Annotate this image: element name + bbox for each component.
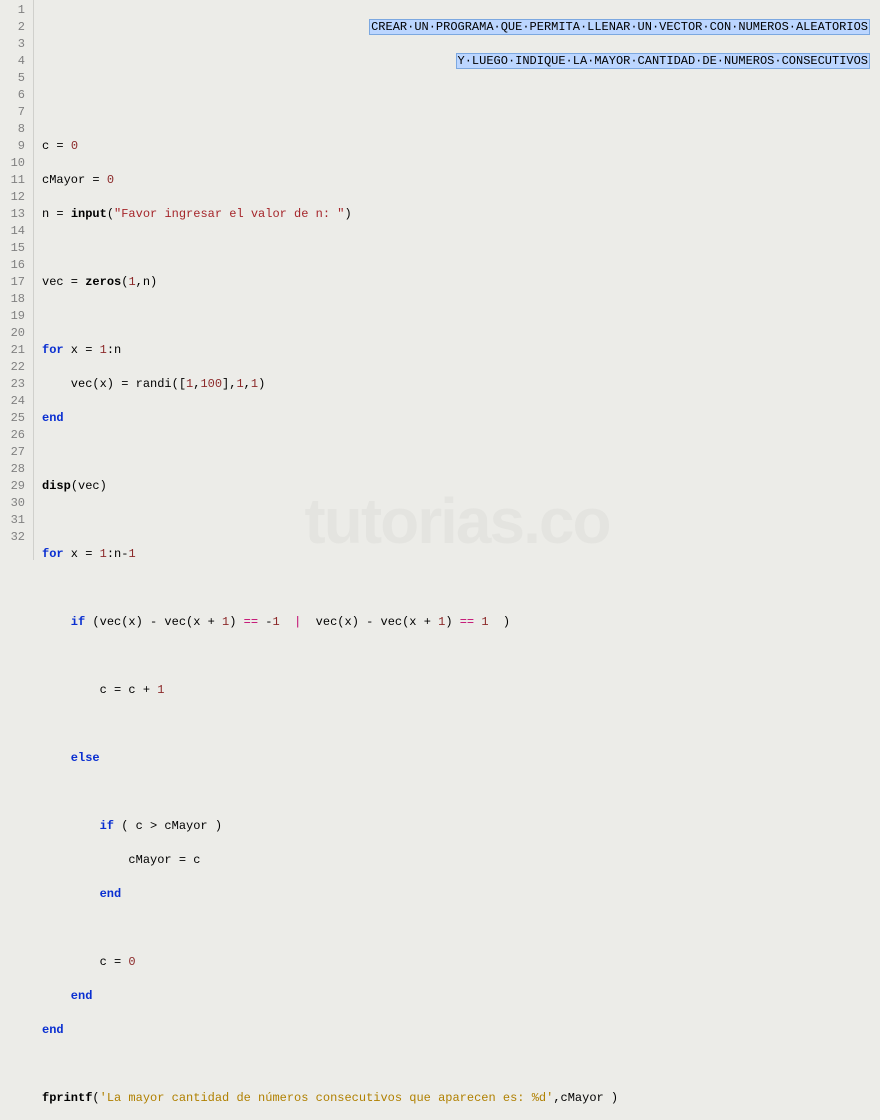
code-line: end	[42, 410, 872, 427]
code-line	[42, 444, 872, 461]
line-number: 13	[4, 206, 25, 223]
line-number: 17	[4, 274, 25, 291]
code-line: fprintf('La mayor cantidad de números co…	[42, 1090, 872, 1107]
code-line: c = 0	[42, 138, 872, 155]
code-line: for x = 1:n-1	[42, 546, 872, 563]
line-number: 2	[4, 19, 25, 36]
line-number: 31	[4, 512, 25, 529]
code-line	[42, 784, 872, 801]
line-number: 8	[4, 121, 25, 138]
line-number: 3	[4, 36, 25, 53]
line-number: 21	[4, 342, 25, 359]
line-number: 12	[4, 189, 25, 206]
line-number: 15	[4, 240, 25, 257]
code-line: if (vec(x) - vec(x + 1) == -1 | vec(x) -…	[42, 614, 872, 631]
line-number: 7	[4, 104, 25, 121]
line-number: 18	[4, 291, 25, 308]
code-line: c = 0	[42, 954, 872, 971]
line-number: 28	[4, 461, 25, 478]
line-number: 1	[4, 2, 25, 19]
line-number: 16	[4, 257, 25, 274]
code-line: vec(x) = randi([1,100],1,1)	[42, 376, 872, 393]
code-line	[42, 580, 872, 597]
line-number: 32	[4, 529, 25, 546]
code-line	[42, 1056, 872, 1073]
code-line: n = input("Favor ingresar el valor de n:…	[42, 206, 872, 223]
line-number: 20	[4, 325, 25, 342]
line-number: 11	[4, 172, 25, 189]
code-line: for x = 1:n	[42, 342, 872, 359]
line-gutter: 1234567891011121314151617181920212223242…	[0, 0, 34, 560]
line-number: 30	[4, 495, 25, 512]
code-line	[42, 104, 872, 121]
line-number: 9	[4, 138, 25, 155]
line-number: 27	[4, 444, 25, 461]
selected-comment-header: CREAR·UN·PROGRAMA·QUE·PERMITA·LLENAR·UN·…	[326, 2, 870, 87]
line-number: 14	[4, 223, 25, 240]
code-line: c = c + 1	[42, 682, 872, 699]
code-line: end	[42, 886, 872, 903]
code-area[interactable]: CREAR·UN·PROGRAMA·QUE·PERMITA·LLENAR·UN·…	[34, 0, 880, 560]
line-number: 19	[4, 308, 25, 325]
code-line: disp(vec)	[42, 478, 872, 495]
code-line: end	[42, 988, 872, 1005]
code-editor: 1234567891011121314151617181920212223242…	[0, 0, 880, 560]
line-number: 29	[4, 478, 25, 495]
line-number: 4	[4, 53, 25, 70]
code-line	[42, 920, 872, 937]
line-number: 23	[4, 376, 25, 393]
code-line: cMayor = c	[42, 852, 872, 869]
code-line	[42, 240, 872, 257]
code-line: end	[42, 1022, 872, 1039]
code-line	[42, 716, 872, 733]
code-line	[42, 512, 872, 529]
code-line	[42, 308, 872, 325]
code-line	[42, 648, 872, 665]
line-number: 6	[4, 87, 25, 104]
code-line: if ( c > cMayor )	[42, 818, 872, 835]
line-number: 24	[4, 393, 25, 410]
line-number: 26	[4, 427, 25, 444]
code-line: else	[42, 750, 872, 767]
code-line: vec = zeros(1,n)	[42, 274, 872, 291]
code-line: cMayor = 0	[42, 172, 872, 189]
line-number: 10	[4, 155, 25, 172]
line-number: 5	[4, 70, 25, 87]
line-number: 22	[4, 359, 25, 376]
line-number: 25	[4, 410, 25, 427]
